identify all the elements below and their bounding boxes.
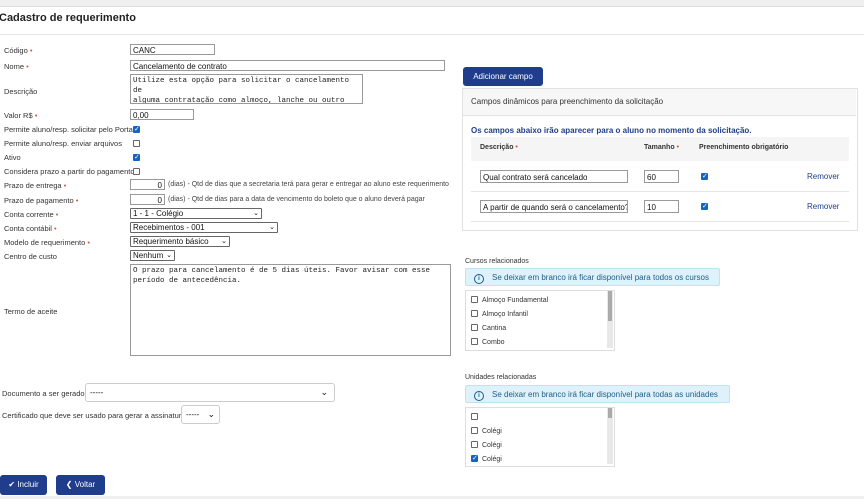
valor-field[interactable]: 0,00 — [130, 109, 194, 120]
prazo-pagamento-hint: (dias) - Qtd de dias para a data de venc… — [168, 196, 425, 203]
unidade-checkbox[interactable] — [471, 441, 478, 448]
descricao-textarea[interactable]: Utilize esta opção para solicitar o canc… — [130, 74, 363, 104]
chevron-down-icon: ⌄ — [221, 238, 227, 245]
certificado-select[interactable]: ----- ⌄ — [181, 405, 220, 424]
cursos-info-alert: i Se deixar em branco irá ficar disponíve… — [465, 268, 720, 286]
row-2-obrigatorio-checkbox[interactable] — [701, 203, 708, 210]
centro-custo-select[interactable]: Nenhum ⌄ — [130, 250, 175, 261]
modelo-select[interactable]: Requerimento básico ⌄ — [130, 236, 230, 247]
curso-checkbox[interactable] — [471, 324, 478, 331]
row-2-tamanho-field[interactable]: 10 — [644, 200, 679, 213]
unidade-item: Colégi — [482, 428, 502, 435]
unidade-item: Colégi — [482, 456, 502, 463]
row-1-remove-link[interactable]: Remover — [807, 172, 839, 181]
curso-item: Combo — [482, 339, 505, 346]
considera-prazo-label: Considera prazo a partir do pagamento — [4, 167, 135, 176]
prazo-pagamento-field[interactable]: 0 — [130, 194, 165, 205]
page-title: Cadastro de requerimento — [0, 12, 136, 24]
documento-select[interactable]: ----- ⌄ — [85, 383, 335, 402]
termo-label: Termo de aceite — [4, 307, 58, 316]
valor-label: Valor R$ • — [4, 111, 38, 120]
row-2-descricao-field[interactable]: A partir de quando será o cancelamento? — [480, 200, 628, 213]
permite-portal-checkbox[interactable] — [133, 126, 140, 133]
conta-corrente-select[interactable]: 1 - 1 - Colégio ⌄ — [130, 208, 262, 219]
prazo-entrega-hint: (dias) - Qtd de dias que a secretaria te… — [168, 181, 449, 188]
chevron-down-icon: ⌄ — [253, 210, 259, 217]
codigo-field[interactable]: CANC — [130, 44, 215, 55]
termo-textarea[interactable]: O prazo para cancelamento é de 5 dias út… — [130, 264, 451, 356]
row-1-obrigatorio-checkbox[interactable] — [701, 173, 708, 180]
title-divider — [0, 34, 864, 35]
permite-arquivos-label: Permite aluno/resp. enviar arquivos — [4, 139, 122, 148]
chevron-down-icon: ⌄ — [269, 224, 275, 231]
col-tamanho-header: Tamanho • — [644, 144, 680, 151]
dynamic-fields-title: Campos dinâmicos para preenchimento da s… — [471, 97, 664, 106]
unidades-label: Unidades relacionadas — [465, 374, 537, 381]
unidades-info-alert: i Se deixar em branco irá ficar disponíve… — [465, 385, 730, 403]
unidade-checkbox[interactable] — [471, 427, 478, 434]
chevron-down-icon: ⌄ — [320, 387, 328, 397]
voltar-button[interactable]: ❮ Voltar — [56, 475, 105, 495]
considera-prazo-checkbox[interactable] — [133, 168, 140, 175]
cursos-scroll-thumb[interactable] — [608, 291, 612, 321]
descricao-label: Descrição — [4, 87, 38, 96]
documento-label: Documento a ser gerado — [2, 389, 85, 398]
col-descricao-header: Descrição • — [480, 144, 518, 151]
conta-contabil-label: Conta contábil • — [4, 224, 57, 233]
dynamic-fields-subtitle: Os campos abaixo irão aparecer para o al… — [471, 126, 752, 135]
col-obrigatorio-header: Preenchimento obrigatório — [699, 144, 789, 151]
row-2-remove-link[interactable]: Remover — [807, 202, 839, 211]
row-1-descricao-field[interactable]: Qual contrato será cancelado — [480, 170, 628, 183]
conta-contabil-select[interactable]: Recebimentos - 001 ⌄ — [130, 222, 278, 233]
unidade-checkbox[interactable] — [471, 455, 478, 462]
curso-checkbox[interactable] — [471, 310, 478, 317]
row-1-tamanho-field[interactable]: 60 — [644, 170, 679, 183]
ativo-label: Ativo — [4, 153, 21, 162]
codigo-label: Código • — [4, 46, 33, 55]
unidades-scroll-thumb[interactable] — [608, 408, 612, 418]
conta-corrente-label: Conta corrente • — [4, 210, 59, 219]
info-icon: i — [474, 274, 484, 284]
prazo-entrega-label: Prazo de entrega • — [4, 181, 67, 190]
ativo-checkbox[interactable] — [133, 154, 140, 161]
centro-custo-label: Centro de custo — [4, 252, 57, 261]
nome-field[interactable]: Cancelamento de contrato — [130, 60, 445, 71]
curso-item: Cantina — [482, 325, 507, 332]
permite-arquivos-checkbox[interactable] — [133, 140, 140, 147]
unidade-checkbox[interactable] — [471, 413, 478, 420]
info-icon: i — [474, 391, 484, 401]
curso-item: Almoço Fundamental — [482, 297, 549, 304]
top-bar — [0, 0, 864, 7]
curso-checkbox[interactable] — [471, 296, 478, 303]
permite-portal-label: Permite aluno/resp. solicitar pelo Porta… — [4, 125, 135, 134]
nome-label: Nome • — [4, 62, 29, 71]
prazo-pagamento-label: Prazo de pagamento • — [4, 196, 79, 205]
unidade-item: Colégi — [482, 442, 502, 449]
adicionar-campo-button[interactable]: Adicionar campo — [463, 67, 543, 86]
prazo-entrega-field[interactable]: 0 — [130, 179, 165, 190]
modelo-label: Modelo de requerimento • — [4, 238, 91, 247]
incluir-button[interactable]: ✔ Incluir — [0, 475, 47, 495]
curso-checkbox[interactable] — [471, 338, 478, 345]
chevron-left-icon: ❮ — [65, 480, 73, 489]
check-icon: ✔ — [8, 480, 16, 489]
chevron-down-icon: ⌄ — [166, 252, 172, 259]
chevron-down-icon: ⌄ — [207, 409, 215, 419]
curso-item: Almoço Infantil — [482, 311, 528, 318]
certificado-label: Certificado que deve ser usado para gera… — [2, 411, 186, 420]
cursos-label: Cursos relacionados — [465, 258, 529, 265]
